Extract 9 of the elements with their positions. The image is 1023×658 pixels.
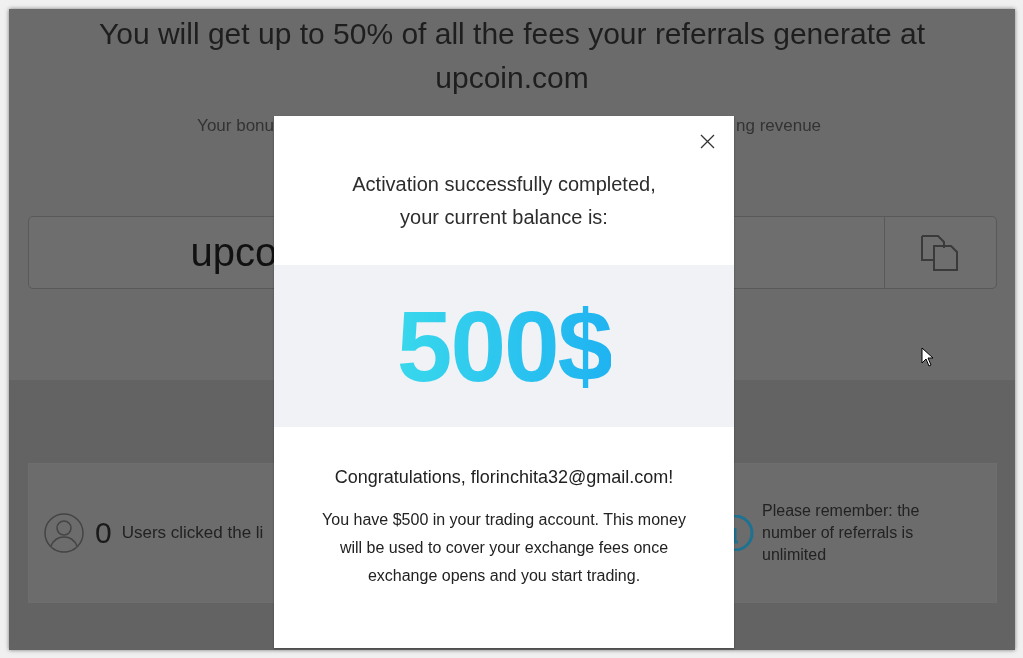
headline: You will get up to 50% of all the fees your referrals generate at upcoin.com bbox=[97, 16, 927, 96]
greeting-text: Congratulations, florinchita32@gmail.com! bbox=[334, 467, 674, 488]
subtitle-text: Your bonu bbox=[197, 116, 274, 136]
note-text: Please remember: the number of referrals is unlimited bbox=[762, 501, 921, 565]
dialog-title: Activation successfully completed, your current balance is: bbox=[351, 172, 657, 230]
stats-label: Users clicked the li bbox=[121, 523, 264, 543]
subtitle-text: ng revenue bbox=[735, 116, 823, 136]
message-text: You have $500 in your trading account. This money will be used to cover your exchange fees once exchange opens and you start trading. bbox=[321, 510, 687, 586]
click-count: 0 bbox=[95, 516, 112, 550]
